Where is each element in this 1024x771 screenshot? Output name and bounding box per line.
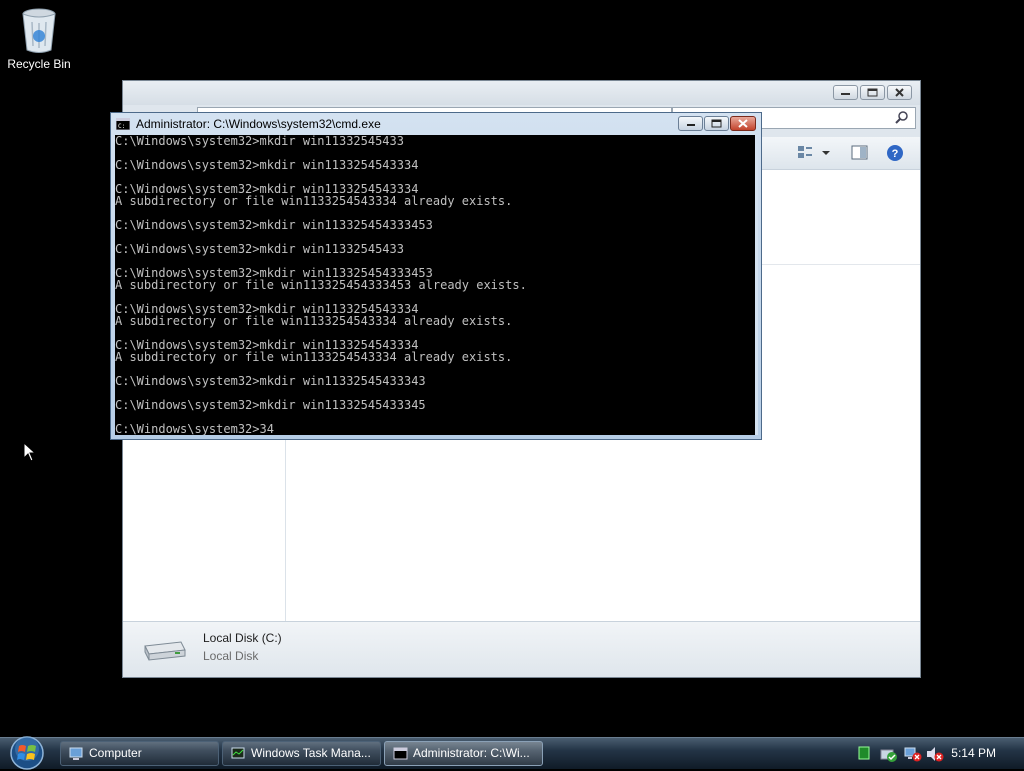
cmd-minimize-button[interactable] — [678, 116, 703, 131]
taskbar: Computer Windows Task Mana... Administra… — [0, 735, 1024, 771]
cmd-close-button[interactable] — [730, 116, 756, 131]
explorer-titlebar[interactable] — [123, 81, 920, 105]
console-line: C:\Windows\system32>mkdir win11332545433 — [115, 135, 404, 148]
help-icon[interactable]: ? — [886, 144, 904, 162]
console-icon — [393, 747, 408, 760]
action-center-icon[interactable] — [880, 746, 898, 762]
explorer-details-pane: Local Disk (C:) Local Disk — [123, 621, 920, 677]
cmd-window-controls — [678, 116, 756, 131]
console-line: A subdirectory or file win1133254543334 … — [115, 194, 513, 208]
views-icon[interactable] — [796, 144, 832, 162]
close-icon — [895, 88, 904, 97]
volume-icon[interactable] — [926, 746, 944, 762]
svg-text:?: ? — [892, 148, 899, 160]
console-line: A subdirectory or file win1133254543334 … — [115, 314, 513, 328]
task-manager-icon — [231, 747, 245, 759]
console-line: C:\Windows\system32>mkdir win11332545433… — [115, 374, 426, 388]
explorer-maximize-button[interactable] — [860, 85, 885, 100]
taskbar-item-label: Administrator: C:\Wi... — [413, 746, 530, 760]
console-line: C:\Windows\system32>mkdir win11332545433… — [115, 218, 433, 232]
close-icon — [738, 119, 748, 128]
hard-disk-icon — [144, 641, 186, 661]
console-line: A subdirectory or file win1133254543334 … — [115, 350, 513, 364]
cmd-scrollbar[interactable] — [755, 135, 758, 435]
restore-icon — [867, 88, 878, 97]
console-line: C:\Windows\system32>mkdir win11332545433… — [115, 398, 426, 412]
minimize-icon — [687, 124, 695, 126]
console-output[interactable]: C:\Windows\system32>mkdir win11332545433… — [115, 135, 757, 435]
taskbar-clock[interactable]: 5:14 PM — [951, 746, 996, 760]
recycle-bin-icon — [22, 8, 56, 53]
console-line: C:\Windows\system32>mkdir win11332545433… — [115, 158, 419, 172]
maximize-icon — [711, 119, 722, 128]
mouse-cursor-icon — [23, 442, 35, 462]
taskbar-item-label: Windows Task Mana... — [251, 746, 371, 760]
minimize-icon — [841, 93, 850, 95]
recycle-bin-desktop-icon[interactable]: Recycle Bin — [6, 6, 72, 71]
taskbar-item-label: Computer — [89, 746, 142, 760]
cmd-titlebar[interactable]: C: Administrator: C:\Windows\system32\cm… — [111, 113, 761, 135]
green-tray-icon[interactable] — [858, 746, 870, 760]
cmd-title: Administrator: C:\Windows\system32\cmd.e… — [136, 117, 381, 131]
start-button-icon[interactable] — [8, 735, 46, 771]
console-line: C:\Windows\system32>34 — [115, 422, 274, 435]
recycle-bin-label: Recycle Bin — [7, 57, 71, 71]
cmd-window[interactable]: C: Administrator: C:\Windows\system32\cm… — [110, 112, 762, 440]
taskbar-item-task-manager[interactable]: Windows Task Mana... — [222, 741, 381, 766]
taskbar-item-cmd[interactable]: Administrator: C:\Wi... — [384, 741, 543, 766]
preview-pane-icon[interactable] — [851, 144, 869, 162]
explorer-minimize-button[interactable] — [833, 85, 858, 100]
drive-name: Local Disk (C:) — [203, 631, 282, 645]
computer-icon — [69, 747, 83, 760]
network-icon[interactable] — [904, 746, 922, 762]
taskbar-item-computer[interactable]: Computer — [60, 741, 219, 766]
svg-text:C:: C: — [118, 123, 125, 130]
drive-type: Local Disk — [203, 649, 259, 663]
system-tray: 5:14 PM — [834, 738, 1024, 769]
explorer-close-button[interactable] — [887, 85, 912, 100]
content-divider — [762, 264, 920, 265]
console-line: A subdirectory or file win11332545433345… — [115, 278, 527, 292]
cmd-maximize-button[interactable] — [704, 116, 729, 131]
console-icon: C: — [116, 118, 130, 130]
explorer-window-controls — [833, 85, 912, 100]
search-icon[interactable] — [895, 111, 909, 125]
console-line: C:\Windows\system32>mkdir win11332545433 — [115, 242, 404, 256]
